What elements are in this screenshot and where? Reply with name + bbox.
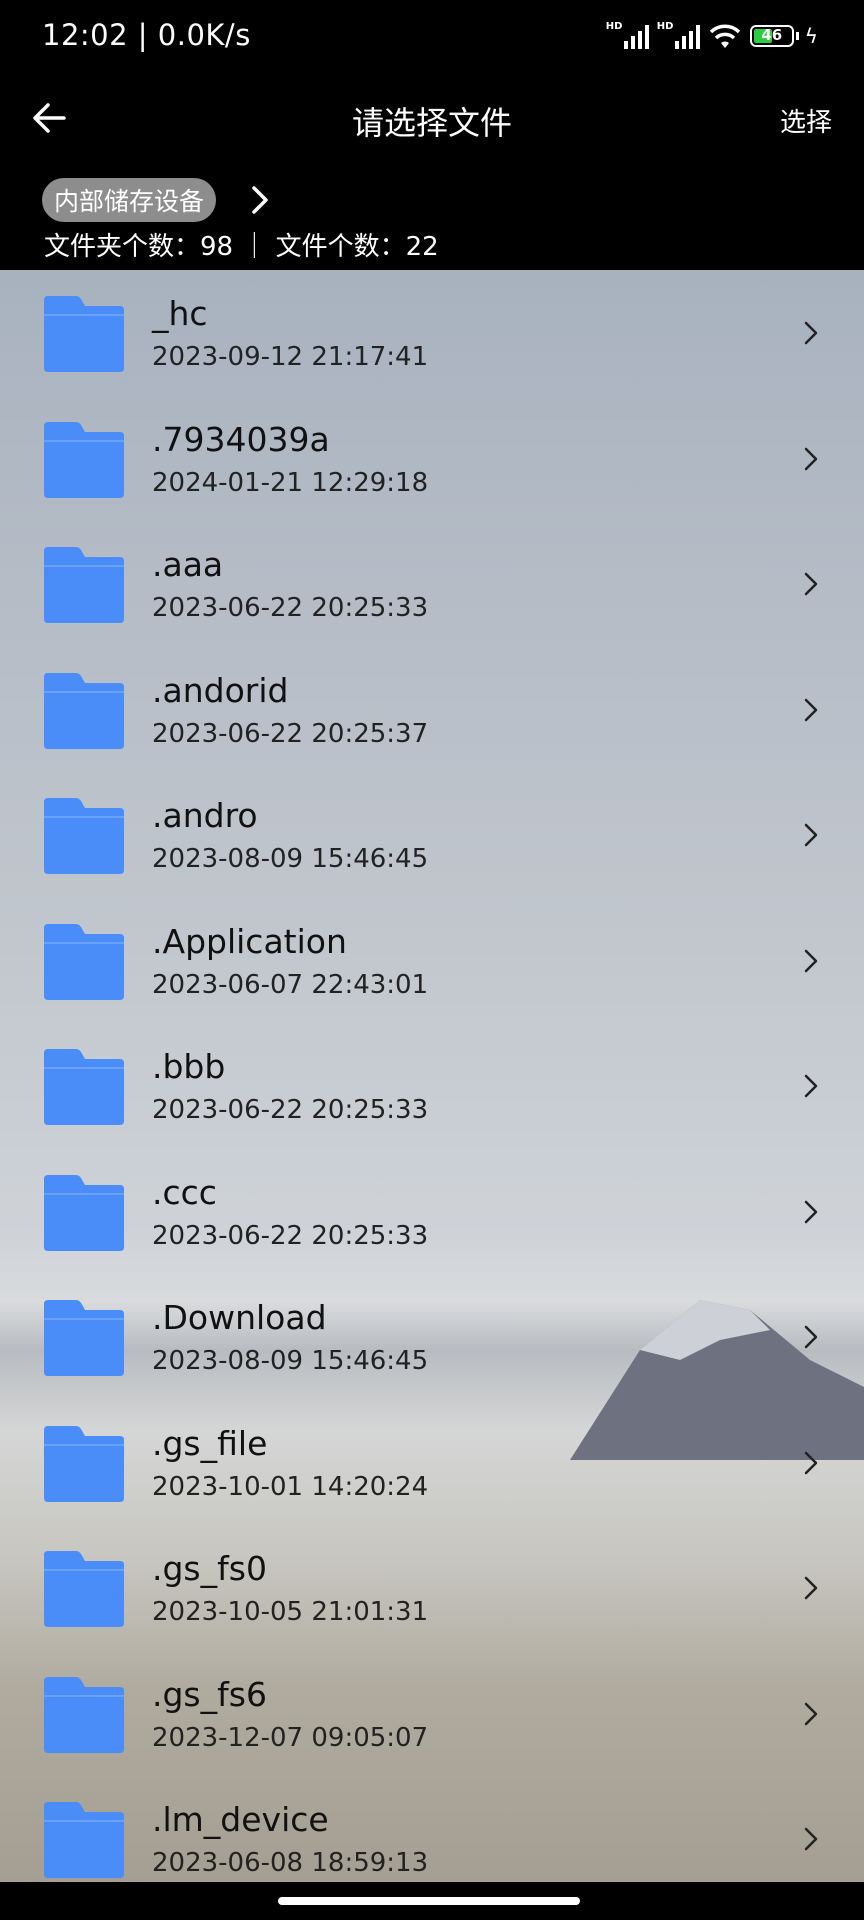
breadcrumb-chip[interactable]: 内部储存设备 — [42, 178, 217, 222]
folder-row[interactable]: .lm_device 2023-06-08 18:59:13 — [0, 1776, 864, 1882]
folder-icon — [44, 421, 124, 498]
folder-icon — [44, 1551, 124, 1627]
chevron-right-icon — [804, 823, 818, 847]
status-icons: HD HD 46 ϟ — [605, 21, 818, 50]
folder-date: 2023-08-09 15:46:45 — [152, 1346, 429, 1376]
folder-icon — [44, 1802, 124, 1878]
chevron-right-icon — [252, 186, 268, 214]
file-list[interactable]: _hc 2023-09-12 21:17:41 .7934039a 2024-01-2… — [0, 270, 864, 1882]
wifi-icon — [709, 24, 741, 48]
folder-name: .andorid — [152, 670, 289, 710]
folder-row[interactable]: .Application 2023-06-07 22:43:01 — [0, 898, 864, 1023]
select-button[interactable]: 选择 — [780, 102, 832, 139]
folder-icon — [44, 1300, 124, 1376]
folder-row[interactable]: .gs_fs6 2023-12-07 09:05:07 — [0, 1651, 864, 1776]
battery-icon: 46 ϟ — [749, 24, 818, 48]
folder-icon — [44, 672, 124, 749]
folder-row[interactable]: .gs_file 2023-10-01 14:20:24 — [0, 1400, 864, 1525]
folder-icon — [44, 1049, 124, 1125]
header: 请选择文件 选择 内部储存设备 文件夹个数：98 ｜ 文件个数：22 — [0, 76, 864, 270]
folder-name: .aaa — [152, 545, 224, 584]
chevron-right-icon — [804, 1325, 818, 1349]
chevron-right-icon — [804, 572, 818, 596]
folder-name: .gs_file — [152, 1423, 268, 1463]
folder-row[interactable]: .andorid 2023-06-22 20:25:37 — [0, 647, 864, 772]
home-indicator[interactable] — [278, 1897, 580, 1905]
folder-date: 2023-09-12 21:17:41 — [152, 342, 429, 372]
folder-name: .gs_fs6 — [152, 1674, 267, 1714]
folder-row[interactable]: .bbb 2023-06-22 20:25:33 — [0, 1023, 864, 1148]
chevron-right-icon — [804, 1702, 818, 1725]
folder-name: .gs_fs0 — [152, 1549, 267, 1588]
hd-label: HD — [656, 21, 674, 32]
folder-row[interactable]: .Download 2023-08-09 15:46:45 — [0, 1274, 864, 1399]
charging-icon: ϟ — [804, 24, 818, 48]
hd-label: HD — [605, 21, 623, 32]
folder-date: 2023-06-08 18:59:13 — [152, 1848, 429, 1878]
chevron-right-icon — [804, 1827, 818, 1851]
folder-icon — [44, 547, 124, 623]
chevron-right-icon — [804, 698, 818, 721]
folder-name: .7934039a — [152, 419, 330, 459]
chevron-right-icon — [804, 321, 818, 345]
signal-icon: HD — [605, 21, 649, 49]
chevron-right-icon — [804, 1074, 818, 1098]
chevron-right-icon — [804, 1576, 818, 1600]
folder-icon — [44, 798, 124, 874]
folder-name: .Application — [152, 921, 347, 961]
folder-name: .andro — [152, 796, 258, 835]
folder-date: 2023-10-05 21:01:31 — [152, 1597, 429, 1627]
folder-date: 2023-10-01 14:20:24 — [152, 1471, 429, 1502]
page-title: 请选择文件 — [351, 104, 512, 142]
folder-name: .bbb — [152, 1047, 226, 1086]
battery-level: 46 — [761, 26, 783, 44]
folder-name: .lm_device — [152, 1800, 329, 1839]
chevron-right-icon — [804, 1200, 818, 1223]
folder-row[interactable]: .ccc 2023-06-22 20:25:33 — [0, 1149, 864, 1274]
folder-file-counts: 文件夹个数：98 ｜ 文件个数：22 — [44, 232, 439, 262]
chevron-right-icon — [804, 949, 818, 972]
folder-date: 2023-06-22 20:25:37 — [152, 718, 429, 749]
folder-date: 2023-06-22 20:25:33 — [152, 1095, 429, 1125]
folder-name: .Download — [152, 1298, 327, 1337]
folder-row[interactable]: .gs_fs0 2023-10-05 21:01:31 — [0, 1525, 864, 1650]
folder-date: 2023-12-07 09:05:07 — [152, 1722, 429, 1753]
chevron-right-icon — [804, 447, 818, 470]
folder-icon — [44, 1425, 124, 1502]
status-time: 12:02 | 0.0K/s — [42, 18, 251, 52]
folder-name: .ccc — [152, 1172, 217, 1212]
folder-icon — [44, 296, 124, 372]
folder-name: _hc — [152, 294, 208, 333]
folder-row[interactable]: .aaa 2023-06-22 20:25:33 — [0, 521, 864, 646]
folder-date: 2024-01-21 12:29:18 — [152, 467, 429, 498]
folder-icon — [44, 923, 124, 1000]
signal-icon: HD — [656, 21, 700, 49]
folder-row[interactable]: .7934039a 2024-01-21 12:29:18 — [0, 396, 864, 521]
folder-date: 2023-06-07 22:43:01 — [152, 969, 429, 1000]
folder-row[interactable]: _hc 2023-09-12 21:17:41 — [0, 270, 864, 395]
folder-icon — [44, 1676, 124, 1753]
folder-icon — [44, 1174, 124, 1251]
folder-date: 2023-06-22 20:25:33 — [152, 1220, 429, 1251]
folder-date: 2023-06-22 20:25:33 — [152, 593, 429, 623]
folder-date: 2023-08-09 15:46:45 — [152, 844, 429, 874]
folder-row[interactable]: .andro 2023-08-09 15:46:45 — [0, 772, 864, 897]
chevron-right-icon — [804, 1451, 818, 1474]
status-bar: 12:02 | 0.0K/s HD HD 46 ϟ — [0, 0, 864, 76]
